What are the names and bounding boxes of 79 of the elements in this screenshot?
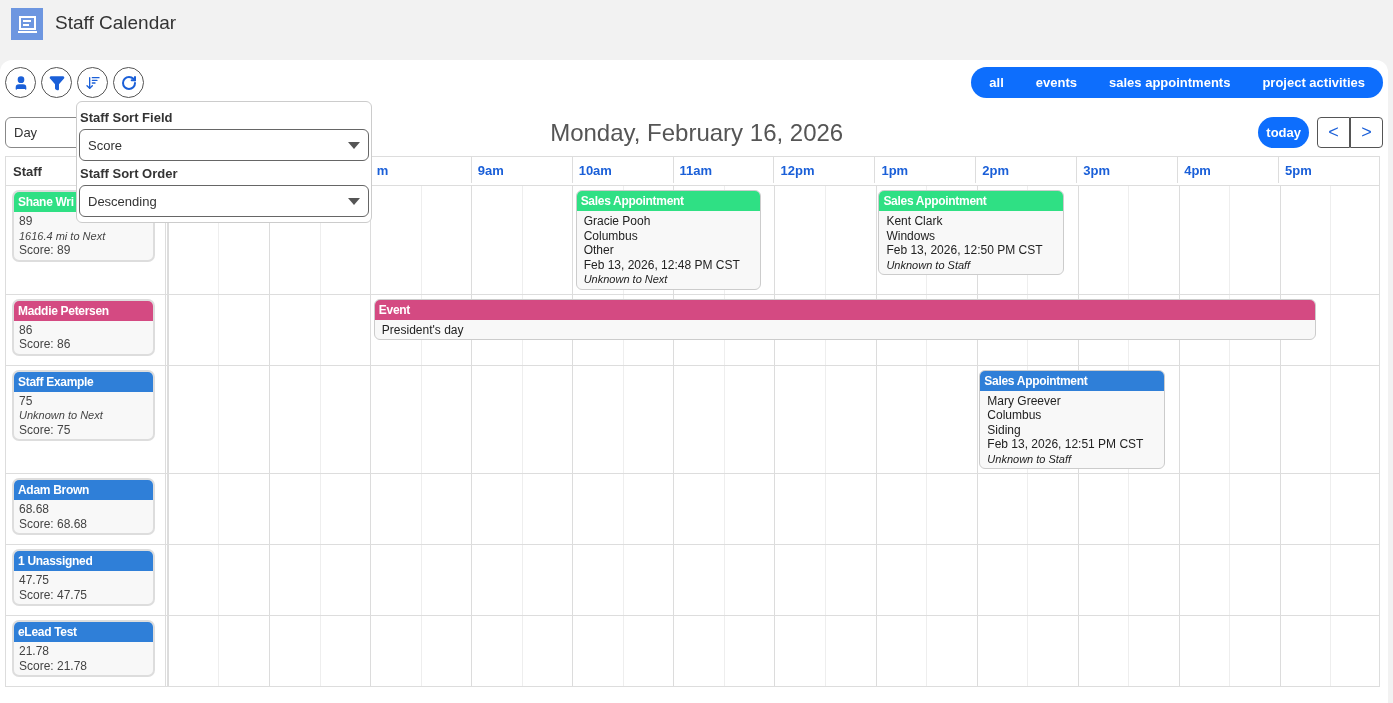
detail-text: Score: 47.75 [19,587,89,602]
app-title: Staff Calendar [55,12,177,34]
detail-text: 86 [19,322,34,337]
calendar-app-icon [11,8,43,40]
staff-name: eLead Test [14,622,153,642]
note-text: 1616.4 mi to Next [19,228,107,243]
staff-name: Maddie Petersen [14,300,153,321]
user-button[interactable] [5,67,36,98]
hour-label: 5pm [1278,157,1379,183]
detail-text: Feb 13, 2026, 12:48 PM CST [583,257,741,272]
detail-text: Score: 68.68 [19,516,89,531]
detail-text: Siding [987,422,1022,437]
event-title: Sales Appointment [980,370,1164,391]
filter-tab[interactable]: sales appointments [1093,67,1247,98]
detail-text: 68.68 [19,502,51,517]
hour-label: 3pm [1076,157,1178,183]
caret-icon [348,197,360,205]
detail-text: Score: 75 [19,422,72,437]
filter-button[interactable] [41,67,72,98]
hour-label: 10am [571,157,673,183]
detail-text: Feb 13, 2026, 12:50 PM CST [886,243,1044,258]
date-title: Monday, February 16, 2026 [550,118,844,147]
detail-text: Score: 86 [19,337,72,352]
staff-name: Staff Example [14,371,153,392]
sort-button[interactable] [77,67,108,98]
sort-icon [84,74,101,91]
note-text: Unknown to Next [19,408,104,423]
hour-label: 4pm [1177,157,1279,183]
detail-text: 89 [19,214,34,229]
note-text: Unknown to Next [583,272,669,287]
sort-select[interactable]: Score [79,129,369,161]
detail-text: Kent Clark [886,214,944,229]
staff-card[interactable]: Staff Example 75 Unknown to Next Score: 75 [12,369,155,441]
column-header: Staff [13,164,42,179]
event-title: Event [374,299,1316,320]
sort-select[interactable]: Descending [79,185,369,217]
filter-icon [48,74,65,91]
note-text: Unknown to Staff [987,451,1073,466]
field-label: Staff Sort Order [79,165,179,183]
detail-text: Feb 13, 2026, 12:51 PM CST [987,437,1145,452]
staff-card[interactable]: 1 Unassigned 47.75 Score: 47.75 [12,549,155,606]
detail-text: Columbus [583,228,639,243]
event-card[interactable]: Event President's day [373,298,1317,340]
caret-icon [348,141,360,149]
detail-text: Other [583,243,615,258]
detail-text: Score: 89 [19,243,72,258]
event-card[interactable]: Sales Appointment Mary Greever Columbus Siding Feb 13, 2026, 12:51 PM CST Unknown to Staff [979,369,1165,469]
refresh-button[interactable] [113,67,144,98]
hour-label: 12pm [773,157,875,183]
note-text: Unknown to Staff [886,257,972,272]
filter-tab[interactable]: events [1019,67,1093,98]
event-title: Sales Appointment [879,191,1063,211]
filter-tab[interactable]: project activities [1246,67,1381,98]
hour-label: 11am [672,157,774,183]
hour-label: 2pm [975,157,1077,183]
today-button[interactable]: today [1258,117,1309,148]
staff-card[interactable]: eLead Test 21.78 Score: 21.78 [12,620,155,677]
event-card[interactable]: Sales Appointment Kent Clark Windows Feb 13, 2026, 12:50 PM CST Unknown to Staff [878,190,1064,275]
filter-tab[interactable]: all [973,67,1020,98]
staff-card[interactable]: Maddie Petersen 86 Score: 86 [12,298,155,356]
detail-text: President's day [381,322,465,337]
detail-text: Windows [886,228,937,243]
staff-name: Adam Brown [14,480,153,500]
detail-text: Columbus [987,408,1043,423]
detail-text: 21.78 [19,644,51,659]
prev-button[interactable]: < [1317,117,1350,148]
event-card[interactable]: Sales Appointment Gracie Pooh Columbus Other Feb 13, 2026, 12:48 PM CST Unknown to Next [575,190,762,290]
detail-text: 47.75 [19,573,51,588]
detail-text: Gracie Pooh [583,214,652,229]
refresh-icon [120,74,137,91]
detail-text: Mary Greever [987,393,1062,408]
detail-text: 75 [19,393,34,408]
detail-text: Score: 21.78 [19,658,89,673]
hour-label: 9am [470,157,572,183]
staff-name: 1 Unassigned [14,551,153,571]
hour-label: 1pm [874,157,976,183]
next-button[interactable]: > [1350,117,1383,148]
staff-card[interactable]: Adam Brown 68.68 Score: 68.68 [12,478,155,535]
event-title: Sales Appointment [576,191,761,211]
